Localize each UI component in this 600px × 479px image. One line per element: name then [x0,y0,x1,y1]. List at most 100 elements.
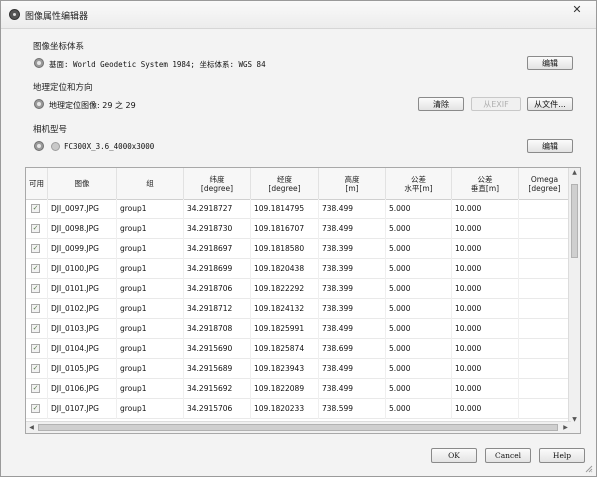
altitude-cell[interactable]: 738.699 [319,339,386,359]
omega-cell[interactable] [519,219,571,239]
table-row[interactable]: ✓ DJI_0100.JPG group1 34.2918699 109.1820438… [26,259,571,279]
group-cell[interactable]: group1 [117,279,184,299]
group-cell[interactable]: group1 [117,339,184,359]
image-cell[interactable]: DJI_0099.JPG [48,239,117,259]
scroll-up-icon[interactable]: ▲ [569,168,580,177]
image-cell[interactable]: DJI_0104.JPG [48,339,117,359]
longitude-cell[interactable]: 109.1823943 [251,359,319,379]
column-tolerance-horizontal-header[interactable]: 公差 水平[m] [386,168,452,199]
image-cell[interactable]: DJI_0101.JPG [48,279,117,299]
column-image-header[interactable]: 图像 [48,168,117,199]
longitude-cell[interactable]: 109.1822089 [251,379,319,399]
from-exif-button[interactable]: 从EXIF [471,97,521,111]
omega-cell[interactable] [519,339,571,359]
column-altitude-header[interactable]: 高度 [m] [319,168,386,199]
latitude-cell[interactable]: 34.2915689 [184,359,251,379]
altitude-cell[interactable]: 738.399 [319,259,386,279]
tolerance-horizontal-cell[interactable]: 5.000 [386,199,452,219]
tolerance-horizontal-cell[interactable]: 5.000 [386,379,452,399]
column-omega-header[interactable]: Omega [degree] [519,168,571,199]
image-cell[interactable]: DJI_0102.JPG [48,299,117,319]
omega-cell[interactable] [519,299,571,319]
omega-cell[interactable] [519,279,571,299]
ok-button[interactable]: OK [431,448,477,463]
longitude-cell[interactable]: 109.1825874 [251,339,319,359]
tolerance-horizontal-cell[interactable]: 5.000 [386,359,452,379]
tolerance-vertical-cell[interactable]: 10.000 [452,339,519,359]
geolocation-clear-button[interactable]: 清除 [418,97,464,111]
tolerance-vertical-cell[interactable]: 10.000 [452,219,519,239]
enabled-checkbox[interactable]: ✓ [31,404,40,413]
vertical-scroll-thumb[interactable] [571,184,578,258]
table-row[interactable]: ✓ DJI_0103.JPG group1 34.2918708 109.1825991… [26,319,571,339]
image-cell[interactable]: DJI_0105.JPG [48,359,117,379]
column-enabled-header[interactable]: 可用 [26,168,48,199]
image-cell[interactable]: DJI_0098.JPG [48,219,117,239]
table-row[interactable]: ✓ DJI_0099.JPG group1 34.2918697 109.1818580… [26,239,571,259]
tolerance-horizontal-cell[interactable]: 5.000 [386,219,452,239]
table-row[interactable]: ✓ DJI_0098.JPG group1 34.2918730 109.1816707… [26,219,571,239]
group-cell[interactable]: group1 [117,319,184,339]
table-row[interactable]: ✓ DJI_0097.JPG group1 34.2918727 109.1814795… [26,199,571,219]
group-cell[interactable]: group1 [117,219,184,239]
vertical-scrollbar[interactable]: ▲ ▼ [568,168,580,424]
longitude-cell[interactable]: 109.1822292 [251,279,319,299]
altitude-cell[interactable]: 738.499 [319,219,386,239]
enabled-checkbox[interactable]: ✓ [31,304,40,313]
tolerance-horizontal-cell[interactable]: 5.000 [386,259,452,279]
group-cell[interactable]: group1 [117,199,184,219]
altitude-cell[interactable]: 738.399 [319,279,386,299]
column-longitude-header[interactable]: 经度 [degree] [251,168,319,199]
omega-cell[interactable] [519,399,571,419]
omega-cell[interactable] [519,359,571,379]
column-tolerance-vertical-header[interactable]: 公差 垂直[m] [452,168,519,199]
table-row[interactable]: ✓ DJI_0107.JPG group1 34.2915706 109.1820233… [26,399,571,419]
tolerance-vertical-cell[interactable]: 10.000 [452,319,519,339]
enabled-checkbox[interactable]: ✓ [31,204,40,213]
image-cell[interactable]: DJI_0100.JPG [48,259,117,279]
enabled-checkbox[interactable]: ✓ [31,384,40,393]
group-cell[interactable]: group1 [117,259,184,279]
enabled-checkbox[interactable]: ✓ [31,324,40,333]
longitude-cell[interactable]: 109.1816707 [251,219,319,239]
longitude-cell[interactable]: 109.1820438 [251,259,319,279]
latitude-cell[interactable]: 34.2918727 [184,199,251,219]
omega-cell[interactable] [519,319,571,339]
latitude-cell[interactable]: 34.2915692 [184,379,251,399]
cancel-button[interactable]: Cancel [485,448,531,463]
column-latitude-header[interactable]: 纬度 [degree] [184,168,251,199]
altitude-cell[interactable]: 738.599 [319,399,386,419]
altitude-cell[interactable]: 738.499 [319,199,386,219]
image-cell[interactable]: DJI_0106.JPG [48,379,117,399]
longitude-cell[interactable]: 109.1825991 [251,319,319,339]
tolerance-horizontal-cell[interactable]: 5.000 [386,239,452,259]
longitude-cell[interactable]: 109.1820233 [251,399,319,419]
enabled-checkbox[interactable]: ✓ [31,264,40,273]
enabled-checkbox[interactable]: ✓ [31,364,40,373]
altitude-cell[interactable]: 738.499 [319,319,386,339]
tolerance-vertical-cell[interactable]: 10.000 [452,279,519,299]
coordinate-system-edit-button[interactable]: 编辑 [527,56,573,70]
altitude-cell[interactable]: 738.399 [319,299,386,319]
tolerance-vertical-cell[interactable]: 10.000 [452,239,519,259]
omega-cell[interactable] [519,199,571,219]
enabled-checkbox[interactable]: ✓ [31,224,40,233]
altitude-cell[interactable]: 738.499 [319,359,386,379]
tolerance-horizontal-cell[interactable]: 5.000 [386,319,452,339]
tolerance-horizontal-cell[interactable]: 5.000 [386,299,452,319]
omega-cell[interactable] [519,379,571,399]
scroll-left-icon[interactable]: ◀ [26,422,37,433]
latitude-cell[interactable]: 34.2915690 [184,339,251,359]
altitude-cell[interactable]: 738.399 [319,239,386,259]
enabled-checkbox[interactable]: ✓ [31,284,40,293]
altitude-cell[interactable]: 738.499 [319,379,386,399]
tolerance-horizontal-cell[interactable]: 5.000 [386,339,452,359]
table-row[interactable]: ✓ DJI_0104.JPG group1 34.2915690 109.1825874… [26,339,571,359]
latitude-cell[interactable]: 34.2918708 [184,319,251,339]
omega-cell[interactable] [519,259,571,279]
tolerance-vertical-cell[interactable]: 10.000 [452,379,519,399]
group-cell[interactable]: group1 [117,379,184,399]
longitude-cell[interactable]: 109.1824132 [251,299,319,319]
tolerance-horizontal-cell[interactable]: 5.000 [386,279,452,299]
latitude-cell[interactable]: 34.2918706 [184,279,251,299]
